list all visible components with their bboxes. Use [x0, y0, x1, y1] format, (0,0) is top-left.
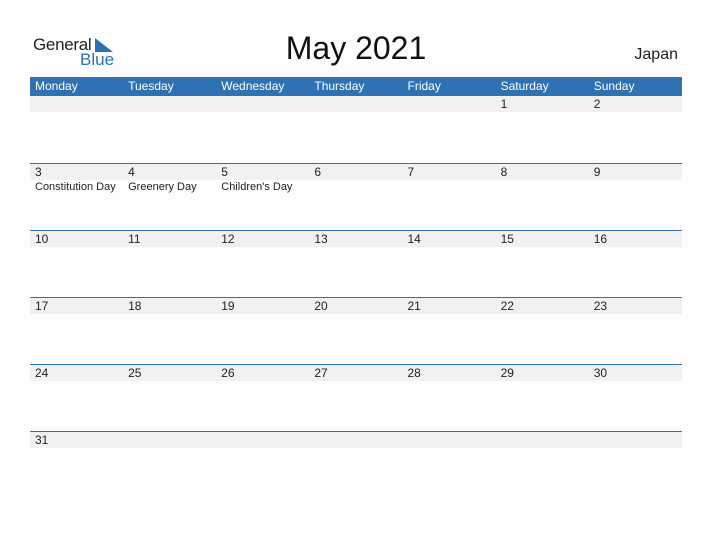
- day-number: 24: [35, 366, 49, 380]
- day-number: 12: [221, 232, 235, 246]
- day-number-row: 24 25 26 27 28 29 30: [30, 365, 682, 381]
- day-number: 19: [221, 299, 235, 313]
- week-row: 3 4 5 6 7 8 9 Constitution Day Greenery Day Child…: [30, 163, 682, 230]
- day-number: 27: [314, 366, 328, 380]
- day-number: [403, 432, 496, 448]
- day-number: 1: [500, 97, 508, 111]
- weekday-thursday: Thursday: [314, 79, 365, 93]
- week-row: 12: [30, 96, 682, 163]
- country-label: Japan: [634, 46, 678, 63]
- day-number: 18: [128, 299, 142, 313]
- day-number: [216, 432, 309, 448]
- holiday-label: Greenery Day: [128, 181, 197, 193]
- day-number: 16: [593, 232, 608, 246]
- weekday-tuesday: Tuesday: [128, 79, 174, 93]
- week-row: 24 25 26 27 28 29 30: [30, 364, 682, 431]
- day-number: 17: [35, 299, 49, 313]
- day-number: 23: [593, 299, 608, 313]
- day-number-row: 17 18 19 20 21 22 23: [30, 298, 682, 314]
- day-number: 2: [593, 97, 601, 111]
- weekday-wednesday: Wednesday: [221, 79, 285, 93]
- day-number: 13: [314, 232, 328, 246]
- day-number: 14: [407, 232, 421, 246]
- day-number: [403, 96, 496, 112]
- weekday-monday: Monday: [35, 79, 78, 93]
- holiday-label: [309, 180, 402, 194]
- holiday-label: Children's Day: [221, 181, 293, 193]
- day-number: 29: [500, 366, 514, 380]
- holiday-label: [403, 180, 496, 194]
- day-number: 4: [128, 165, 135, 179]
- week-row: 31: [30, 431, 682, 448]
- day-number: 6: [314, 165, 322, 179]
- day-number-row: 31: [30, 432, 682, 448]
- holiday-label: Constitution Day: [35, 181, 116, 193]
- day-number-row: 12: [30, 96, 682, 112]
- day-number: [309, 96, 402, 112]
- weekday-saturday: Saturday: [500, 79, 549, 93]
- day-number: 3: [35, 165, 42, 179]
- day-number: 8: [500, 165, 508, 179]
- day-number: 11: [128, 232, 141, 246]
- day-number: 22: [500, 299, 514, 313]
- day-number: 20: [314, 299, 328, 313]
- day-number: [496, 432, 589, 448]
- day-number: 28: [407, 366, 421, 380]
- weekday-sunday: Sunday: [593, 79, 635, 93]
- day-number: [123, 432, 216, 448]
- day-number: 9: [593, 165, 601, 179]
- day-number: 10: [35, 232, 49, 246]
- holiday-label: [589, 180, 682, 194]
- calendar-title: May 2021: [285, 30, 427, 66]
- day-number: 30: [593, 366, 608, 380]
- day-number: 21: [407, 299, 421, 313]
- holiday-row: Constitution Day Greenery Day Children's D…: [30, 180, 682, 194]
- day-number: 5: [221, 165, 228, 179]
- day-number: [123, 96, 216, 112]
- week-row: 17 18 19 20 21 22 23: [30, 297, 682, 364]
- day-number-row: 3 4 5 6 7 8 9: [30, 164, 682, 180]
- weekday-friday: Friday: [407, 79, 441, 93]
- day-number: 26: [221, 366, 235, 380]
- day-number: [589, 432, 682, 448]
- calendar-grid: Monday Tuesday Wednesday Thursday Friday…: [30, 77, 682, 448]
- weekday-header: Monday Tuesday Wednesday Thursday Friday…: [30, 77, 682, 96]
- day-number: [309, 432, 402, 448]
- day-number: 15: [500, 232, 514, 246]
- day-number: 7: [407, 165, 415, 179]
- day-number-row: 10 11 12 13 14 15 16: [30, 231, 682, 247]
- day-number: 31: [35, 433, 49, 447]
- day-number: [216, 96, 309, 112]
- week-row: 10 11 12 13 14 15 16: [30, 230, 682, 297]
- holiday-label: [496, 180, 589, 194]
- day-number: [30, 96, 123, 112]
- day-number: 25: [128, 366, 142, 380]
